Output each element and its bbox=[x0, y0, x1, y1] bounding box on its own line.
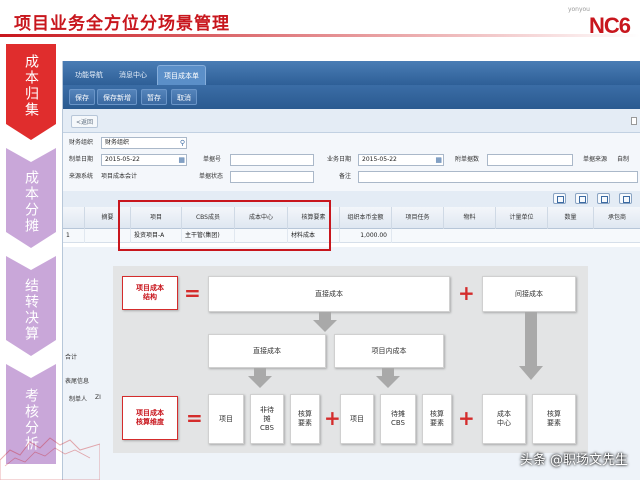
brand-small-text: yonyou bbox=[567, 6, 590, 13]
col-material[interactable]: 物料 bbox=[444, 207, 496, 229]
dim-project-box: 项目 bbox=[208, 394, 244, 444]
col-amount[interactable]: 组织本币金额 bbox=[340, 207, 392, 229]
attach-field[interactable] bbox=[487, 154, 573, 166]
search-icon[interactable]: ⚲ bbox=[180, 138, 185, 148]
plus-sign-2: + bbox=[324, 406, 341, 430]
down-arrow-right bbox=[519, 312, 543, 380]
dim-element-box-3: 核算 要素 bbox=[532, 394, 576, 444]
stage-button[interactable]: 暂存 bbox=[141, 89, 167, 105]
source-label: 单据来源 bbox=[583, 156, 608, 163]
tab-function-nav[interactable]: 功能导航 bbox=[69, 65, 109, 85]
col-qty[interactable]: 数量 bbox=[548, 207, 594, 229]
source-value: 自制 bbox=[617, 156, 630, 163]
doc-no-field[interactable] bbox=[230, 154, 314, 166]
dim-project-box-2: 项目 bbox=[340, 394, 374, 444]
col-contractor[interactable]: 承包商 bbox=[594, 207, 640, 229]
doc-date-field[interactable]: 2015-05-22 ▦ bbox=[101, 154, 187, 166]
dim-element-box: 核算 要素 bbox=[290, 394, 320, 444]
source-sys-label: 来源系统 bbox=[69, 173, 94, 180]
biz-date-label: 业务日期 bbox=[327, 156, 352, 163]
toolbar: 保存 保存新增 暂存 取消 bbox=[63, 85, 640, 109]
nav-item-cost-collect: 成本归集 bbox=[23, 54, 39, 118]
nav-item-settlement: 结转决算 bbox=[23, 278, 39, 342]
direct-cost-box: 直接成本 bbox=[208, 276, 450, 312]
plus-sign: + bbox=[458, 281, 475, 305]
org-field[interactable]: 财务组织 ⚲ bbox=[101, 137, 187, 149]
equals-sign-2: = bbox=[186, 406, 203, 430]
remark-label: 备注 bbox=[339, 173, 352, 180]
down-arrow-3 bbox=[376, 368, 400, 388]
calendar-icon[interactable]: ▦ bbox=[178, 155, 185, 165]
nav-arrow-2[interactable]: 成本分摊 bbox=[6, 148, 56, 248]
row-number: 1 bbox=[63, 229, 85, 243]
col-task[interactable]: 项目任务 bbox=[392, 207, 444, 229]
panel-toggle-icon[interactable] bbox=[631, 117, 637, 125]
col-unit[interactable]: 计量单位 bbox=[496, 207, 548, 229]
insert-row-icon[interactable] bbox=[575, 193, 588, 204]
doc-status-label: 单据状态 bbox=[199, 173, 224, 180]
cell-amount[interactable]: 1,000.00 bbox=[340, 229, 392, 243]
down-arrow-2 bbox=[248, 368, 272, 388]
sub-bar: <返回 bbox=[63, 109, 640, 133]
cancel-button[interactable]: 取消 bbox=[171, 89, 197, 105]
indirect-cost-box: 间接成本 bbox=[482, 276, 576, 312]
header-form: 财务组织 财务组织 ⚲ 制单日期 2015-05-22 ▦ 单据号 业务日期 201… bbox=[63, 133, 640, 193]
tab-project-cost[interactable]: 项目成本单 bbox=[157, 65, 206, 85]
nav-item-cost-allocate: 成本分摊 bbox=[23, 170, 39, 234]
tail-info-label[interactable]: 表尾信息 bbox=[65, 376, 89, 385]
plus-sign-3: + bbox=[458, 406, 475, 430]
save-new-button[interactable]: 保存新增 bbox=[97, 89, 137, 105]
watermark-text: 头条 @职场文先生 bbox=[519, 453, 628, 468]
org-label: 财务组织 bbox=[69, 139, 94, 146]
equals-sign: = bbox=[184, 281, 201, 305]
down-arrow-1 bbox=[313, 312, 337, 332]
dim-cost-center-box: 成本 中心 bbox=[482, 394, 526, 444]
doc-date-label: 制单日期 bbox=[69, 156, 94, 163]
biz-date-field[interactable]: 2015-05-22 ▦ bbox=[358, 154, 444, 166]
in-project-cost-box: 项目内成本 bbox=[334, 334, 444, 368]
slide: 项目业务全方位分场景管理 yonyou NC6 成本归集 成本分摊 结转决算 考… bbox=[0, 0, 640, 480]
title-divider bbox=[0, 34, 640, 37]
nav-arrow-1[interactable]: 成本归集 bbox=[6, 44, 56, 140]
source-sys-value: 项目成本会计 bbox=[101, 173, 138, 180]
calendar-icon[interactable]: ▦ bbox=[435, 155, 442, 165]
cost-dimension-box: 项目成本 核算维度 bbox=[122, 396, 178, 440]
remark-field[interactable] bbox=[358, 171, 638, 183]
doc-no-label: 单据号 bbox=[203, 156, 222, 163]
doc-status-field[interactable] bbox=[230, 171, 314, 183]
page-title: 项目业务全方位分场景管理 bbox=[14, 14, 230, 34]
total-label: 合计 bbox=[65, 354, 78, 361]
highlight-box bbox=[118, 200, 331, 251]
direct-cost-sub-box: 直接成本 bbox=[208, 334, 326, 368]
attach-label: 附单据数 bbox=[455, 156, 480, 163]
nav-arrow-3[interactable]: 结转决算 bbox=[6, 256, 56, 356]
dim-element-box-2: 核算 要素 bbox=[422, 394, 452, 444]
dim-non-allocated-cbs-box: 非待 摊 CBS bbox=[250, 394, 284, 444]
dim-allocated-cbs-box: 待摊 CBS bbox=[380, 394, 416, 444]
great-wall-decoration bbox=[0, 437, 100, 480]
add-row-icon[interactable] bbox=[553, 193, 566, 204]
copy-row-icon[interactable] bbox=[597, 193, 610, 204]
back-button[interactable]: <返回 bbox=[71, 115, 99, 128]
col-rownum bbox=[63, 207, 85, 229]
project-cost-structure-box: 项目成本 结构 bbox=[122, 276, 178, 310]
save-button[interactable]: 保存 bbox=[69, 89, 95, 105]
tab-message-center[interactable]: 消息中心 bbox=[113, 65, 153, 85]
paste-row-icon[interactable] bbox=[619, 193, 632, 204]
tab-bar: 功能导航 消息中心 项目成本单 bbox=[63, 61, 640, 85]
